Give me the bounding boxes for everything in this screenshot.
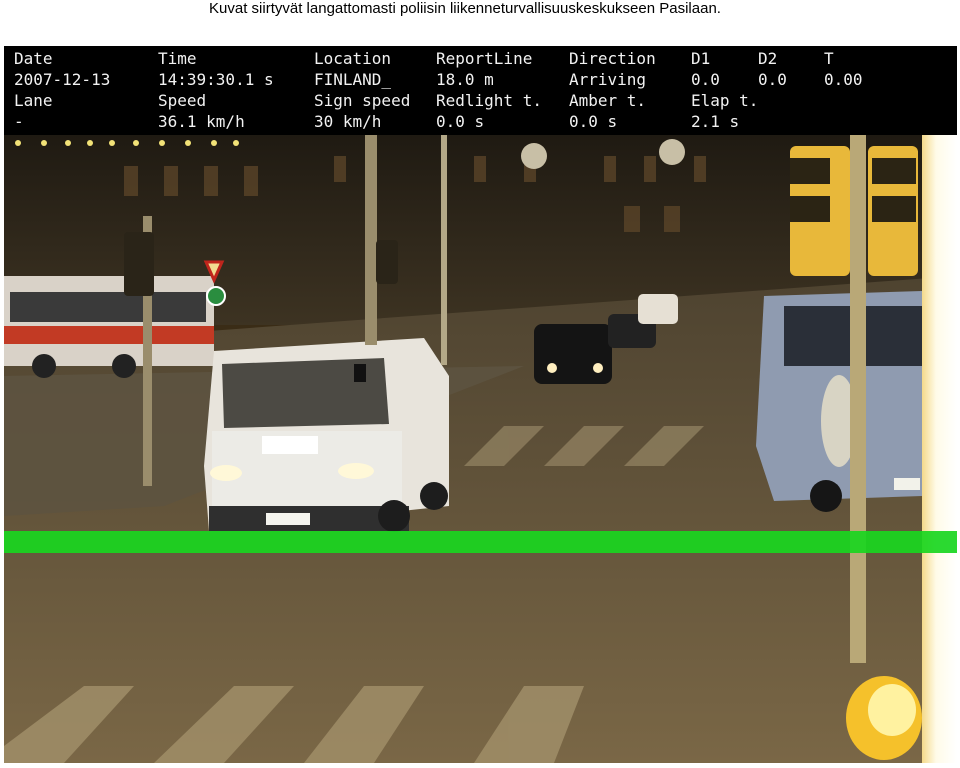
value-d2: 0.0 [758, 70, 787, 89]
overexposed-edge [922, 135, 957, 763]
value-sign-speed: 30 km/h [314, 112, 382, 131]
label-d1: D1 [691, 49, 711, 68]
value-redlight-time: 0.0 s [436, 112, 485, 131]
value-speed: 36.1 km/h [158, 112, 245, 131]
value-time: 14:39:30.1 s [158, 70, 274, 89]
label-time: Time [158, 49, 197, 68]
traffic-camera-photo: Date Time Location ReportLine Direction … [4, 46, 957, 763]
label-direction: Direction [569, 49, 656, 68]
round-sign-far-2 [659, 139, 685, 165]
street-scene [4, 135, 957, 763]
label-t: T [824, 49, 834, 68]
value-date: 2007-12-13 [14, 70, 111, 89]
blue-van [756, 291, 922, 512]
traffic-light-left [124, 232, 154, 296]
value-d1: 0.0 [691, 70, 720, 89]
round-sign-far [521, 143, 547, 169]
dark-car [534, 324, 612, 384]
lamp-post-thin [441, 135, 447, 365]
label-lane: Lane [14, 91, 53, 110]
value-location: FINLAND_ [314, 70, 392, 89]
value-direction: Arriving [569, 70, 647, 89]
detection-line-marker [4, 531, 957, 553]
value-reportline: 18.0 m [436, 70, 494, 89]
traffic-light-mid [376, 240, 398, 284]
label-reportline: ReportLine [436, 49, 533, 68]
label-amber-time: Amber t. [569, 91, 647, 110]
value-elapsed-time: 2.1 s [691, 112, 740, 131]
label-elapsed-time: Elap t. [691, 91, 759, 110]
far-white-car [638, 294, 678, 324]
label-speed: Speed [158, 91, 207, 110]
value-lane: - [14, 112, 24, 131]
lamp-post [365, 135, 377, 345]
label-location: Location [314, 49, 392, 68]
label-date: Date [14, 49, 53, 68]
crosswalk-far [464, 426, 704, 466]
camera-data-overlay: Date Time Location ReportLine Direction … [4, 46, 957, 135]
value-amber-time: 0.0 s [569, 112, 618, 131]
photo-caption: Kuvat siirtyvät langattomasti poliisin l… [209, 0, 721, 17]
label-sign-speed: Sign speed [314, 91, 411, 110]
label-redlight-time: Redlight t. [436, 91, 542, 110]
traffic-light-pole-right [850, 135, 866, 663]
label-d2: D2 [758, 49, 778, 68]
value-t: 0.00 [824, 70, 863, 89]
white-van [204, 338, 449, 532]
round-sign [206, 286, 226, 306]
